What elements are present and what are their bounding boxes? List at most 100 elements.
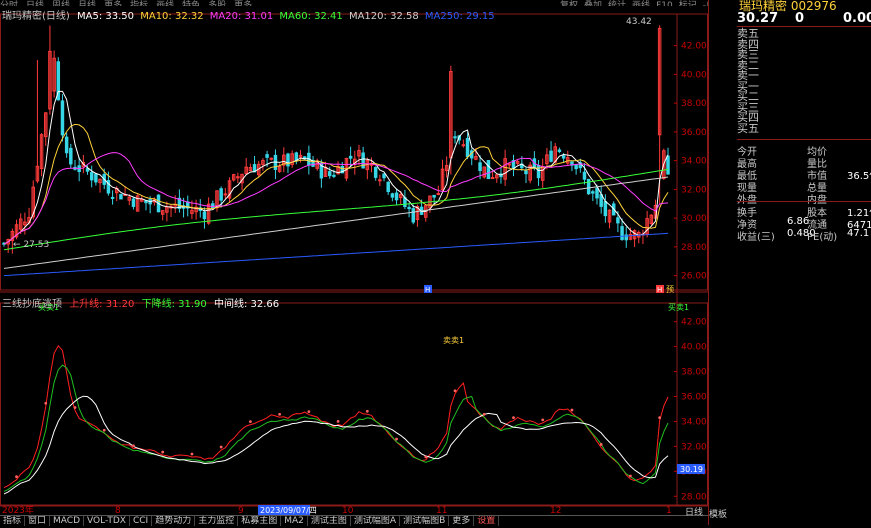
candle-body [603, 201, 608, 217]
up-line-series [3, 344, 669, 489]
marker-h1: H [425, 286, 430, 294]
period-tab[interactable]: 画线 [156, 1, 174, 6]
signal-dot [219, 445, 223, 449]
candle-body [574, 164, 578, 170]
period-tab[interactable]: 多股 [208, 1, 226, 6]
period-tab[interactable]: 更多 [234, 1, 252, 6]
candle-body [394, 192, 399, 201]
ma250-value: MA250: 29.15 [424, 11, 495, 22]
period-tab[interactable]: 更多 [104, 1, 122, 6]
template-button[interactable]: 模板 [709, 507, 727, 520]
signal-dot [102, 428, 106, 432]
signal-dot [336, 420, 340, 423]
period-tab[interactable]: 分时 [0, 1, 18, 6]
signal-dot [161, 450, 165, 454]
ma5-value: MA5: 33.50 [77, 11, 135, 22]
tool-tab[interactable]: F10 [656, 1, 673, 6]
ma20-value: MA20: 31.01 [209, 11, 274, 22]
candle-body [223, 193, 228, 196]
period-tab[interactable]: 周线 [52, 1, 70, 6]
signal-dot [44, 401, 48, 405]
signal-dot [453, 389, 457, 393]
sub-tick-label: 32.00 [681, 442, 707, 452]
candle-body [219, 188, 223, 201]
main-tick-label: 28.00 [681, 243, 707, 253]
tool-tab[interactable]: 叠加 [584, 1, 602, 6]
candle-body [666, 155, 670, 175]
ma120-value: MA120: 32.58 [348, 11, 419, 22]
candle-body [507, 163, 512, 166]
candle-body [486, 159, 491, 180]
buy-sell-tag: 卖卖1 [443, 336, 464, 345]
candle-body [60, 100, 65, 136]
main-tick-label: 38.00 [681, 99, 707, 109]
candle-body [110, 196, 115, 199]
sub-tick-label: 38.00 [681, 368, 707, 378]
high-price-label: 43.42 [626, 17, 652, 27]
period-tab[interactable]: 月线 [78, 1, 96, 6]
main-chart-header: 瑞玛精密(日线) MA5: 33.50 MA10: 32.32 MA20: 31… [2, 7, 495, 22]
candle-body [432, 194, 436, 198]
signal-dot [658, 416, 662, 420]
last-price: 30.27 [737, 11, 779, 26]
indicator-header: 三线抄底逃顶 上升线: 31.20 下降线: 31.90 中间线: 32.66 [2, 295, 279, 310]
period-tabs[interactable]: 分时 日线 周线 月线 更多 指标 画线 特色 多股 更多 [0, 0, 260, 6]
candle-body [202, 211, 207, 220]
quote-panel: 瑞玛精密 002976 30.27 0 0.00% 卖五卖四卖三卖二卖一买一买二… [708, 0, 871, 525]
mid-line-value: 中间线: 32.66 [213, 299, 280, 310]
main-tick-label: 40.00 [681, 70, 707, 80]
candle-body [64, 136, 69, 154]
marker-h2: H [657, 286, 662, 294]
candle-body [465, 138, 470, 158]
candle-body [453, 136, 457, 139]
main-tick-label: 42.00 [681, 42, 707, 52]
marker-dot: 预 [666, 284, 674, 294]
tool-tab[interactable]: 复权 [560, 1, 578, 6]
candle-body [211, 203, 215, 209]
candle-body [332, 174, 336, 177]
candle-body [69, 147, 73, 165]
chart-stage[interactable]: 42.00 40.00 38.00 36.00 34.00 32.00 30.00 28.00… [0, 0, 871, 526]
candle-body [407, 206, 411, 210]
indicator-tab-bar[interactable]: 指标 窗口 MACD VOL-TDX CCI 趋势动力 主力监控 私募主图 MA2 测试主图 测试幅… [0, 515, 708, 526]
main-tick-label: 34.00 [681, 157, 707, 167]
buy-sell-tag: 买卖1 [668, 303, 689, 312]
signal-dot [629, 474, 632, 478]
period-indicator[interactable]: 日线 [685, 505, 703, 518]
sub-tick-label: 42.00 [681, 318, 707, 328]
sub-tick-label: 36.00 [681, 393, 707, 403]
signal-dot [307, 410, 311, 413]
signal-dot [570, 408, 574, 412]
signal-dot [482, 412, 486, 416]
panel-divider [737, 201, 871, 202]
period-tab[interactable]: 日线 [26, 1, 44, 6]
tool-tab[interactable]: 画线 [632, 1, 650, 6]
candle-body [461, 144, 466, 147]
candle-body [390, 193, 395, 198]
sub-tick-label: 40.00 [681, 343, 707, 353]
main-frame [0, 13, 708, 291]
price-change-pct: 0.00% [843, 11, 871, 26]
period-tab[interactable]: 指标 [130, 1, 148, 6]
signal-dot [15, 475, 18, 479]
panel-divider [737, 139, 871, 140]
sub-frame [0, 302, 708, 506]
period-tab[interactable]: 特色 [182, 1, 200, 6]
candle-body [89, 172, 94, 181]
candle-body [265, 154, 269, 158]
signal-dot [190, 452, 194, 456]
candle-body [561, 155, 566, 159]
candle-body [595, 187, 599, 199]
tool-tab[interactable]: 统计 [608, 1, 626, 6]
tool-tab[interactable]: 标记 [679, 1, 697, 6]
signal-dot [248, 420, 252, 423]
bid-level: 买五 [737, 121, 759, 135]
signal-dot [424, 455, 428, 459]
candle-body [582, 171, 587, 180]
candle-body [131, 198, 136, 207]
candle-body [557, 149, 562, 153]
price-change: 0 [795, 11, 805, 26]
candle-body [616, 217, 620, 224]
current-badge-label: 30.19 [680, 465, 703, 474]
signal-dot [73, 406, 77, 409]
